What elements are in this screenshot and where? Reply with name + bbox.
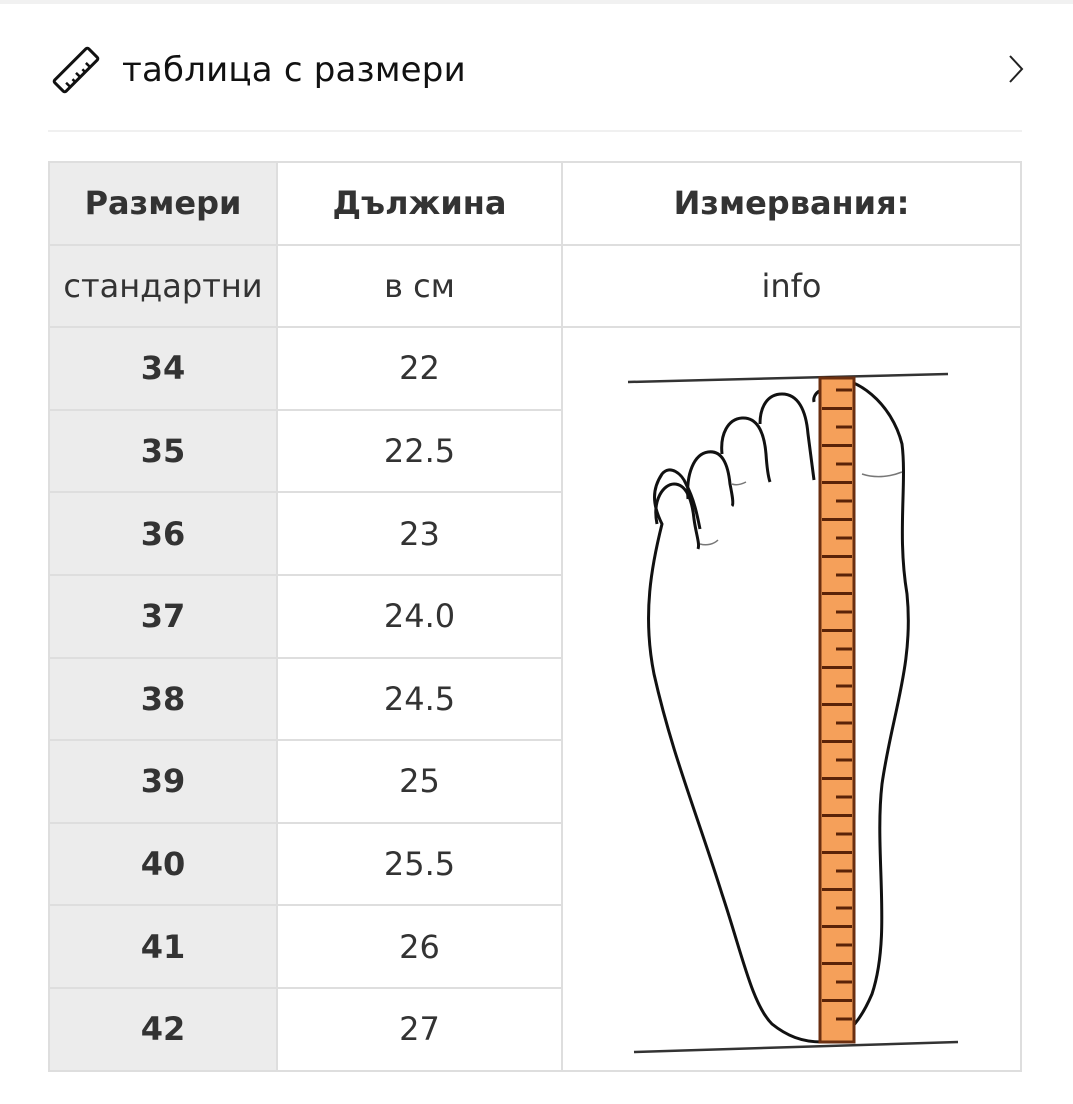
size-chart-header[interactable]: таблица с размери (48, 28, 1024, 112)
table-row: 34 22 (48, 326, 1022, 1072)
size-table: Размери Дължина Измервания: стандартни в… (48, 161, 1022, 1072)
column-header-length: Дължина (276, 161, 563, 246)
top-bar (0, 0, 1073, 4)
length-cell: 22 (276, 326, 563, 411)
length-cell: 23 (276, 491, 563, 576)
length-cell: 27 (276, 986, 563, 1072)
table-subheader-row: стандартни в см info (48, 243, 1022, 329)
size-cell: 38 (48, 656, 278, 742)
length-cell: 24.5 (276, 656, 563, 742)
chevron-right-icon[interactable] (1008, 54, 1024, 84)
size-cell: 35 (48, 408, 278, 494)
foot-illustration-cell (561, 326, 1022, 1072)
size-cell: 42 (48, 986, 278, 1072)
header-title: таблица с размери (122, 50, 466, 90)
measuring-tape (818, 376, 855, 1044)
length-cell: 25.5 (276, 821, 563, 907)
table-header-row: Размери Дължина Измервания: (48, 161, 1022, 246)
size-cell: 39 (48, 739, 278, 824)
column-header-measurements: Измервания: (561, 161, 1022, 246)
subheader-cm: в см (276, 243, 563, 329)
size-cell: 37 (48, 573, 278, 659)
size-cell: 34 (48, 326, 278, 411)
size-cell: 36 (48, 491, 278, 576)
length-cell: 24.0 (276, 573, 563, 659)
divider (48, 130, 1022, 132)
column-header-sizes: Размери (48, 161, 278, 246)
size-cell: 41 (48, 904, 278, 989)
foot-measurement-illustration (601, 333, 982, 1064)
subheader-info: info (561, 243, 1022, 329)
ruler-icon (52, 46, 100, 94)
size-cell: 40 (48, 821, 278, 907)
length-cell: 25 (276, 739, 563, 824)
subheader-standard: стандартни (48, 243, 278, 329)
length-cell: 22.5 (276, 408, 563, 494)
length-cell: 26 (276, 904, 563, 989)
